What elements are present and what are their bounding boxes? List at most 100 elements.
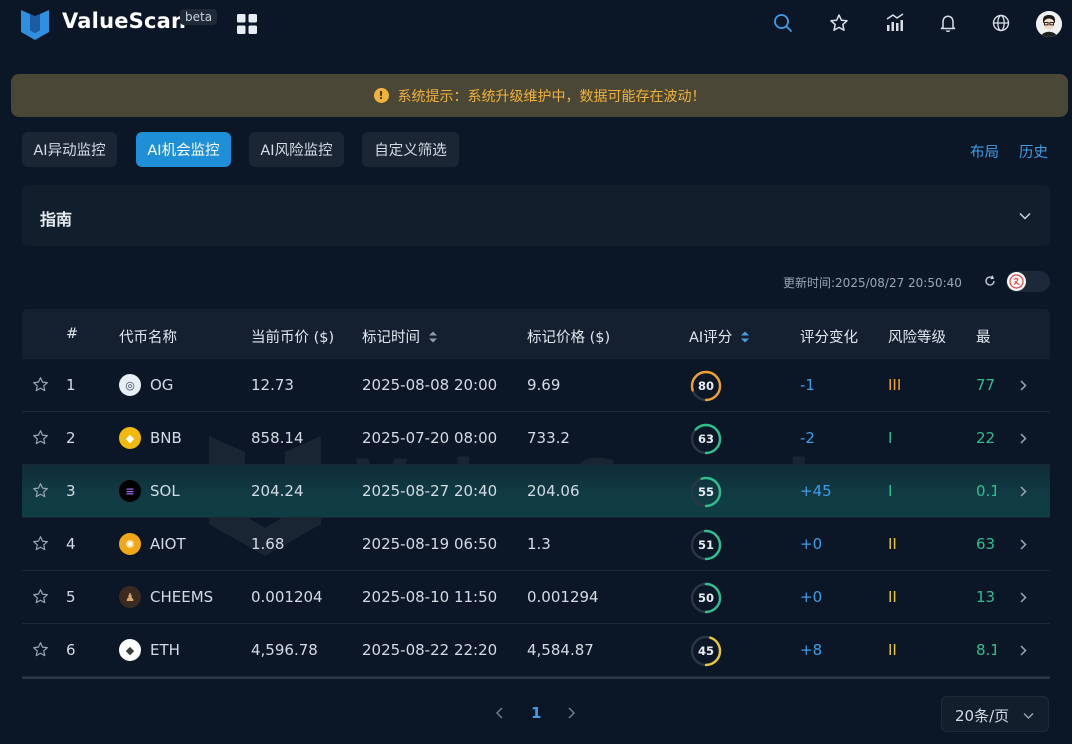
prev-page-icon[interactable] <box>495 706 505 720</box>
col-num: # <box>66 326 79 342</box>
max-value: 77. <box>976 376 996 394</box>
table-row[interactable]: 3 ≡ SOL 204.24 2025-08-27 20:40 204.06 55 +45 I 0… <box>22 465 1050 518</box>
tab-ai-risk[interactable]: AI风险监控 <box>249 132 344 167</box>
mark-price: 4,584.87 <box>527 641 594 659</box>
chevron-right-icon[interactable] <box>1018 379 1028 392</box>
coin-name[interactable]: AIOT <box>150 535 186 553</box>
mark-time: 2025-08-10 11:50 <box>362 588 498 606</box>
translate-toggle[interactable] <box>1006 271 1050 292</box>
mark-time: 2025-08-22 22:20 <box>362 641 498 659</box>
col-ai-score[interactable]: AI评分 <box>689 326 750 347</box>
current-price: 12.73 <box>251 376 294 394</box>
max-value: 63 <box>976 535 996 553</box>
update-time: 更新时间:2025/08/27 20:50:40 <box>783 276 962 290</box>
score-change: -1 <box>800 376 815 394</box>
row-num: 5 <box>66 588 76 606</box>
chart-icon[interactable] <box>884 12 906 34</box>
chevron-right-icon[interactable] <box>1018 485 1028 498</box>
table-row[interactable]: 5 ♟ CHEEMS 0.001204 2025-08-10 11:50 0.001294… <box>22 571 1050 624</box>
tab-ai-anomaly[interactable]: AI异动监控 <box>22 132 117 167</box>
score-change: +0 <box>800 588 823 606</box>
coin-logo-icon: ≡ <box>119 480 141 502</box>
chevron-right-icon[interactable] <box>1018 644 1028 657</box>
coin-logo-icon: ◎ <box>119 374 141 396</box>
globe-icon[interactable] <box>990 12 1012 34</box>
favorite-star-icon[interactable] <box>32 535 49 552</box>
guide-title: 指南 <box>40 210 73 229</box>
tab-ai-opportunity[interactable]: AI机会监控 <box>136 132 231 167</box>
favorite-star-icon[interactable] <box>32 376 49 393</box>
score-change: -2 <box>800 429 815 447</box>
row-num: 6 <box>66 641 76 659</box>
mark-time: 2025-08-27 20:40 <box>362 482 498 500</box>
sort-icon[interactable] <box>740 330 750 344</box>
risk-level: III <box>888 376 902 394</box>
coin-name[interactable]: CHEEMS <box>150 588 213 606</box>
mark-price: 0.001294 <box>527 588 599 606</box>
system-notice-banner: ! 系统提示：系统升级维护中，数据可能存在波动！ <box>11 74 1068 117</box>
chevron-right-icon[interactable] <box>1018 538 1028 551</box>
star-icon[interactable] <box>828 12 850 34</box>
col-ai-score-label: AI评分 <box>689 330 733 346</box>
sort-icon[interactable] <box>428 330 438 344</box>
favorite-star-icon[interactable] <box>32 429 49 446</box>
beta-badge: beta <box>180 9 218 25</box>
table-row[interactable]: 1 ◎ OG 12.73 2025-08-08 20:00 9.69 80 -1 III 77. <box>22 359 1050 412</box>
history-link[interactable]: 历史 <box>1019 141 1048 162</box>
risk-level: II <box>888 535 897 553</box>
layout-link[interactable]: 布局 <box>970 141 999 162</box>
ai-score: 55 <box>697 485 714 499</box>
mark-price: 204.06 <box>527 482 580 500</box>
next-page-icon[interactable] <box>566 706 576 720</box>
chevron-right-icon[interactable] <box>1018 432 1028 445</box>
page-size-value: 20条/页 <box>955 707 1010 725</box>
chevron-right-icon[interactable] <box>1018 591 1028 604</box>
mark-price: 733.2 <box>527 429 570 447</box>
current-page[interactable]: 1 <box>531 704 541 722</box>
col-mark-time-label: 标记时间 <box>362 330 420 346</box>
ai-score: 51 <box>697 538 714 552</box>
coin-name[interactable]: BNB <box>150 429 182 447</box>
tab-custom-filter[interactable]: 自定义筛选 <box>362 132 459 167</box>
ai-score: 50 <box>697 591 714 605</box>
table-row[interactable]: 4 ✺ AIOT 1.68 2025-08-19 06:50 1.3 51 +0 II 63 <box>22 518 1050 571</box>
apps-icon[interactable] <box>236 13 258 35</box>
col-max: 最 <box>976 330 991 346</box>
coin-name[interactable]: SOL <box>150 482 180 500</box>
max-value: 8.1 <box>976 641 996 659</box>
max-value: 0.1 <box>976 482 996 500</box>
table-header: # 代币名称 当前币价 ($) 标记时间 标记价格 ($) AI评分 评分变化 … <box>22 309 1050 359</box>
col-mark-time[interactable]: 标记时间 <box>362 326 438 347</box>
favorite-star-icon[interactable] <box>32 641 49 658</box>
col-risk: 风险等级 <box>888 330 946 346</box>
guide-panel[interactable]: 指南 <box>22 185 1050 246</box>
table-divider <box>22 677 1050 679</box>
current-price: 4,596.78 <box>251 641 318 659</box>
user-avatar[interactable] <box>1036 11 1062 37</box>
table-row[interactable]: 2 ◆ BNB 858.14 2025-07-20 08:00 733.2 63 -2 I 22 <box>22 412 1050 465</box>
favorite-star-icon[interactable] <box>32 482 49 499</box>
mark-time: 2025-08-08 20:00 <box>362 376 498 394</box>
coin-name[interactable]: ETH <box>150 641 180 659</box>
valuescan-logo-icon[interactable] <box>20 6 50 40</box>
bell-icon[interactable] <box>937 12 959 34</box>
coin-logo-icon: ♟ <box>119 586 141 608</box>
score-change: +0 <box>800 535 823 553</box>
row-num: 2 <box>66 429 76 447</box>
col-name: 代币名称 <box>119 330 177 346</box>
search-icon[interactable] <box>772 12 794 34</box>
current-price: 0.001204 <box>251 588 323 606</box>
max-value: 22 <box>976 429 996 447</box>
risk-level: I <box>888 482 893 500</box>
table-row[interactable]: 6 ◆ ETH 4,596.78 2025-08-22 22:20 4,584.87 45 +… <box>22 624 1050 677</box>
page-size-select[interactable]: 20条/页 <box>941 696 1049 732</box>
brand-name[interactable]: ValueScan <box>62 9 186 33</box>
favorite-star-icon[interactable] <box>32 588 49 605</box>
col-score-change: 评分变化 <box>800 330 858 346</box>
mark-time: 2025-08-19 06:50 <box>362 535 498 553</box>
coin-logo-icon: ◆ <box>119 639 141 661</box>
chevron-down-icon[interactable] <box>1018 209 1032 223</box>
refresh-icon[interactable] <box>984 275 996 287</box>
coin-logo-icon: ◆ <box>119 427 141 449</box>
coin-name[interactable]: OG <box>150 376 173 394</box>
